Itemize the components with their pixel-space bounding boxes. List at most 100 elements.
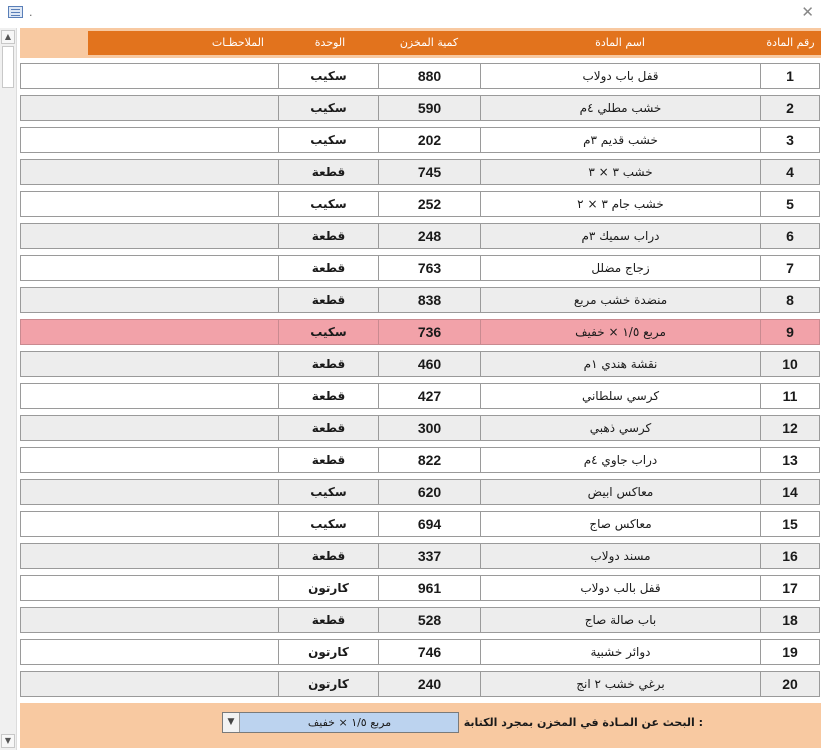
cell-item-name[interactable]: نقشة هندي ١م xyxy=(480,351,761,377)
cell-item-name[interactable]: خشب قديم ٣م xyxy=(480,127,761,153)
cell-item-number[interactable]: 20 xyxy=(760,671,820,697)
cell-notes[interactable] xyxy=(20,95,279,121)
cell-notes[interactable] xyxy=(20,191,279,217)
cell-unit[interactable]: قطعة xyxy=(278,223,379,249)
cell-item-name[interactable]: قفل باب دولاب xyxy=(480,63,761,89)
cell-stock-qty[interactable]: 746 xyxy=(378,639,481,665)
cell-unit[interactable]: قطعة xyxy=(278,447,379,473)
arrow-down-icon[interactable]: ▼ xyxy=(1,734,15,748)
vertical-scrollbar[interactable]: ▲ ▼ xyxy=(0,28,17,750)
cell-unit[interactable]: قطعة xyxy=(278,383,379,409)
cell-stock-qty[interactable]: 838 xyxy=(378,287,481,313)
cell-item-number[interactable]: 5 xyxy=(760,191,820,217)
cell-stock-qty[interactable]: 240 xyxy=(378,671,481,697)
cell-notes[interactable] xyxy=(20,575,279,601)
cell-item-number[interactable]: 2 xyxy=(760,95,820,121)
table-row[interactable]: 10 نقشة هندي ١م 460 قطعة xyxy=(20,348,821,380)
cell-item-number[interactable]: 13 xyxy=(760,447,820,473)
cell-notes[interactable] xyxy=(20,159,279,185)
cell-unit[interactable]: قطعة xyxy=(278,543,379,569)
search-combobox[interactable]: ▼ مربع ١/٥ × خفيف xyxy=(222,712,459,733)
cell-unit[interactable]: سكيب xyxy=(278,479,379,505)
cell-unit[interactable]: كارتون xyxy=(278,575,379,601)
cell-notes[interactable] xyxy=(20,479,279,505)
cell-stock-qty[interactable]: 694 xyxy=(378,511,481,537)
table-row[interactable]: 3 خشب قديم ٣م 202 سكيب xyxy=(20,124,821,156)
table-row[interactable]: 8 منضدة خشب مربع 838 قطعة xyxy=(20,284,821,316)
cell-notes[interactable] xyxy=(20,223,279,249)
cell-unit[interactable]: سكيب xyxy=(278,95,379,121)
table-row[interactable]: 9 مربع ١/٥ × خفيف 736 سكيب xyxy=(20,316,821,348)
cell-notes[interactable] xyxy=(20,383,279,409)
cell-unit[interactable]: قطعة xyxy=(278,607,379,633)
cell-unit[interactable]: سكيب xyxy=(278,191,379,217)
table-row[interactable]: 11 كرسي سلطاني 427 قطعة xyxy=(20,380,821,412)
cell-item-name[interactable]: كرسي ذهبي xyxy=(480,415,761,441)
cell-notes[interactable] xyxy=(20,543,279,569)
cell-stock-qty[interactable]: 337 xyxy=(378,543,481,569)
cell-notes[interactable] xyxy=(20,319,279,345)
cell-item-number[interactable]: 4 xyxy=(760,159,820,185)
table-row[interactable]: 2 خشب مطلي ٤م 590 سكيب xyxy=(20,92,821,124)
cell-item-number[interactable]: 9 xyxy=(760,319,820,345)
cell-stock-qty[interactable]: 202 xyxy=(378,127,481,153)
cell-stock-qty[interactable]: 961 xyxy=(378,575,481,601)
cell-unit[interactable]: قطعة xyxy=(278,255,379,281)
table-row[interactable]: 4 خشب ٣ × ٣ 745 قطعة xyxy=(20,156,821,188)
cell-item-number[interactable]: 1 xyxy=(760,63,820,89)
cell-item-number[interactable]: 15 xyxy=(760,511,820,537)
table-row[interactable]: 1 قفل باب دولاب 880 سكيب xyxy=(20,60,821,92)
cell-stock-qty[interactable]: 736 xyxy=(378,319,481,345)
cell-item-name[interactable]: منضدة خشب مربع xyxy=(480,287,761,313)
cell-notes[interactable] xyxy=(20,671,279,697)
cell-unit[interactable]: قطعة xyxy=(278,351,379,377)
table-row[interactable]: 7 زجاج مضلل 763 قطعة xyxy=(20,252,821,284)
cell-item-number[interactable]: 8 xyxy=(760,287,820,313)
cell-stock-qty[interactable]: 763 xyxy=(378,255,481,281)
cell-stock-qty[interactable]: 745 xyxy=(378,159,481,185)
cell-item-number[interactable]: 10 xyxy=(760,351,820,377)
cell-stock-qty[interactable]: 822 xyxy=(378,447,481,473)
cell-stock-qty[interactable]: 252 xyxy=(378,191,481,217)
cell-unit[interactable]: كارتون xyxy=(278,671,379,697)
cell-item-name[interactable]: كرسي سلطاني xyxy=(480,383,761,409)
table-row[interactable]: 13 دراب جاوي ٤م 822 قطعة xyxy=(20,444,821,476)
cell-stock-qty[interactable]: 620 xyxy=(378,479,481,505)
cell-stock-qty[interactable]: 427 xyxy=(378,383,481,409)
cell-notes[interactable] xyxy=(20,255,279,281)
table-row[interactable]: 14 معاكس ابيض 620 سكيب xyxy=(20,476,821,508)
cell-unit[interactable]: قطعة xyxy=(278,415,379,441)
chevron-down-icon[interactable]: ▼ xyxy=(223,713,240,732)
table-row[interactable]: 5 خشب جام ٣ × ٢ 252 سكيب xyxy=(20,188,821,220)
cell-item-number[interactable]: 7 xyxy=(760,255,820,281)
table-row[interactable]: 16 مسند دولاب 337 قطعة xyxy=(20,540,821,572)
table-row[interactable]: 12 كرسي ذهبي 300 قطعة xyxy=(20,412,821,444)
cell-item-number[interactable]: 16 xyxy=(760,543,820,569)
close-icon[interactable]: ✕ xyxy=(801,3,814,21)
cell-unit[interactable]: قطعة xyxy=(278,287,379,313)
cell-item-name[interactable]: قفل بالب دولاب xyxy=(480,575,761,601)
cell-notes[interactable] xyxy=(20,447,279,473)
table-row[interactable]: 17 قفل بالب دولاب 961 كارتون xyxy=(20,572,821,604)
cell-notes[interactable] xyxy=(20,63,279,89)
table-row[interactable]: 20 برغي خشب ٢ انج 240 كارتون xyxy=(20,668,821,700)
cell-unit[interactable]: سكيب xyxy=(278,511,379,537)
cell-item-number[interactable]: 3 xyxy=(760,127,820,153)
cell-stock-qty[interactable]: 248 xyxy=(378,223,481,249)
cell-item-name[interactable]: خشب جام ٣ × ٢ xyxy=(480,191,761,217)
search-input[interactable]: مربع ١/٥ × خفيف xyxy=(241,713,458,732)
arrow-up-icon[interactable]: ▲ xyxy=(1,30,15,44)
cell-item-number[interactable]: 6 xyxy=(760,223,820,249)
table-row[interactable]: 6 دراب سميك ٣م 248 قطعة xyxy=(20,220,821,252)
cell-unit[interactable]: سكيب xyxy=(278,63,379,89)
cell-item-name[interactable]: خشب مطلي ٤م xyxy=(480,95,761,121)
cell-item-name[interactable]: خشب ٣ × ٣ xyxy=(480,159,761,185)
cell-notes[interactable] xyxy=(20,639,279,665)
cell-notes[interactable] xyxy=(20,287,279,313)
cell-item-name[interactable]: معاكس ابيض xyxy=(480,479,761,505)
cell-item-name[interactable]: برغي خشب ٢ انج xyxy=(480,671,761,697)
table-row[interactable]: 15 معاكس صاج 694 سكيب xyxy=(20,508,821,540)
cell-item-number[interactable]: 14 xyxy=(760,479,820,505)
scrollbar-thumb[interactable] xyxy=(2,46,14,88)
cell-item-name[interactable]: مسند دولاب xyxy=(480,543,761,569)
